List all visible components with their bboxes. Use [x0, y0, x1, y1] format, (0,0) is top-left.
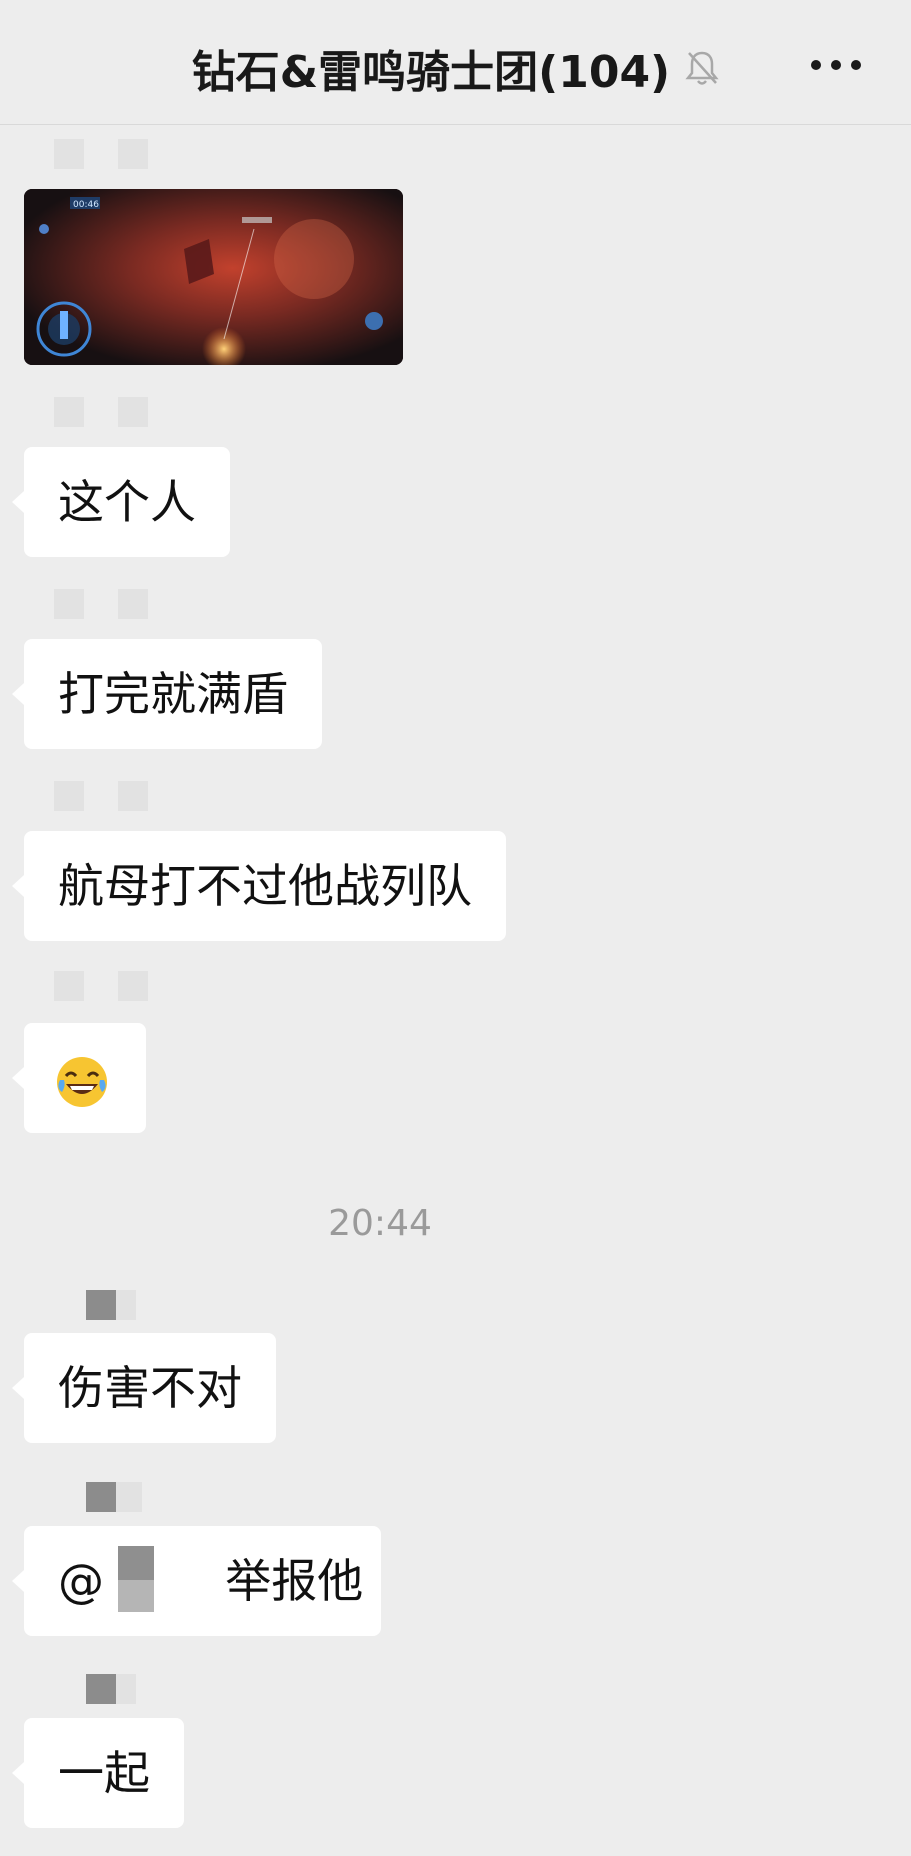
message-text: 一起 — [58, 1746, 150, 1800]
message-text: 伤害不对 — [58, 1361, 242, 1415]
chat-title[interactable]: 钻石&雷鸣骑士团(104) — [192, 47, 670, 98]
game-screenshot-image[interactable]: 00:46 — [24, 189, 403, 365]
laughing-tears-emoji-icon — [57, 1056, 107, 1107]
message-text: 这个人 — [58, 475, 196, 529]
mute-bell-icon — [685, 51, 719, 85]
game-timer-label: 00:46 — [73, 200, 99, 210]
more-icon[interactable] — [811, 58, 863, 72]
message-bubble[interactable]: 打完就满盾 — [12, 639, 322, 749]
message-text: 举报他 — [225, 1554, 364, 1608]
message-text: 打完就满盾 — [58, 667, 288, 721]
message-bubble[interactable]: 航母打不过他战列队 — [12, 831, 506, 941]
game-scene-graphic: 00:46 — [24, 189, 403, 365]
message-bubble[interactable]: 伤害不对 — [12, 1333, 276, 1443]
message-bubble[interactable]: @ 举报他 — [12, 1526, 381, 1636]
chat-header: 钻石&雷鸣骑士团(104) — [0, 0, 911, 125]
message-text: 航母打不过他战列队 — [58, 859, 472, 913]
message-bubble[interactable]: 一起 — [12, 1718, 184, 1828]
message-bubble[interactable]: 这个人 — [12, 447, 230, 557]
message-bubble[interactable] — [12, 1023, 146, 1133]
timestamp: 20:44 — [328, 1203, 432, 1244]
mention-prefix: @ — [58, 1554, 104, 1608]
redacted-name-mosaic — [118, 1546, 154, 1612]
chat-title-wrap: 钻石&雷鸣骑士团(104) — [0, 36, 911, 100]
